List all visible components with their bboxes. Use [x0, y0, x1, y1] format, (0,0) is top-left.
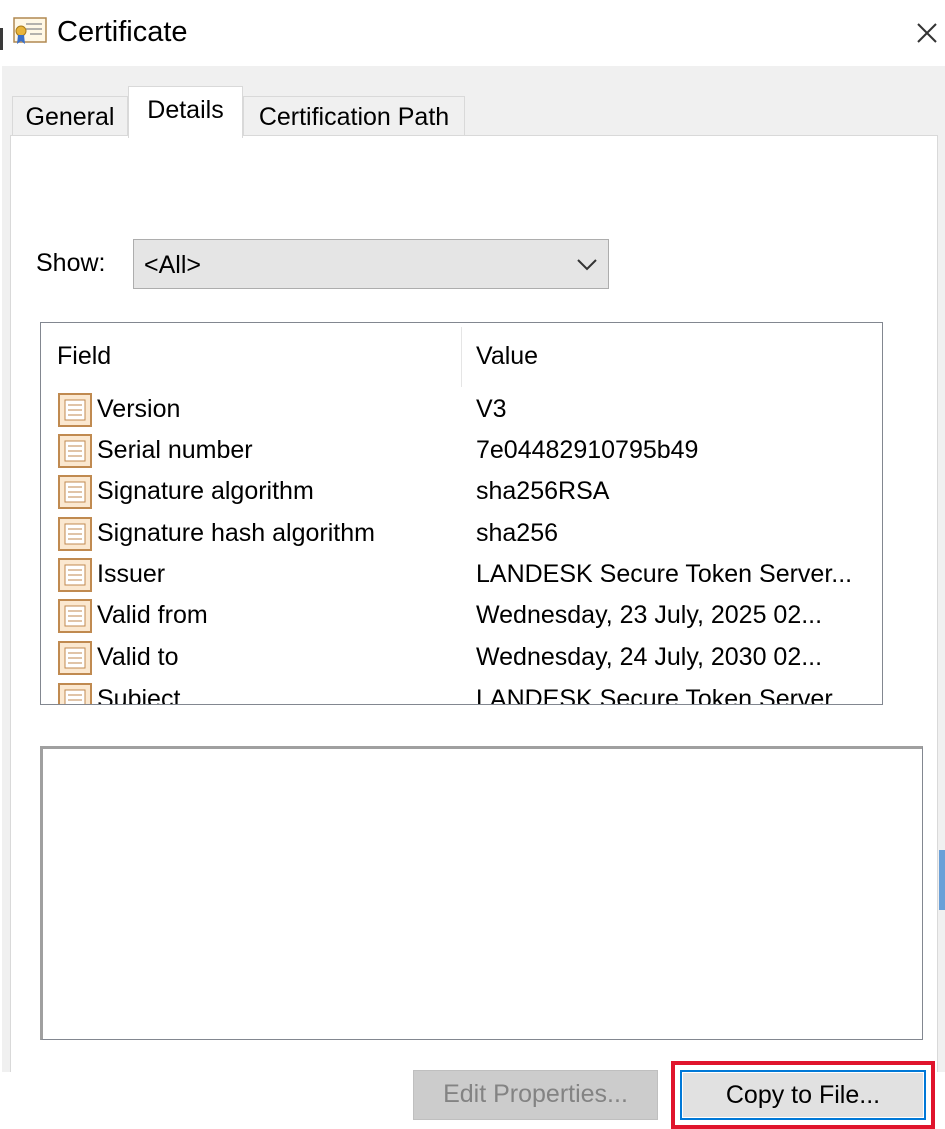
row-value: LANDESK Secure Token Server: [476, 685, 833, 705]
tab-details[interactable]: Details: [128, 86, 243, 138]
window-title: Certificate: [57, 16, 188, 48]
show-dropdown[interactable]: <All>: [133, 239, 609, 289]
row-value: 7e04482910795b49: [476, 436, 699, 464]
row-field: Issuer: [97, 560, 166, 588]
table-row[interactable]: Version V3: [41, 389, 881, 430]
row-field: Valid from: [97, 601, 208, 629]
certificate-field-icon: [58, 434, 92, 468]
table-row[interactable]: Issuer LANDESK Secure Token Server...: [41, 554, 881, 595]
certificate-field-icon: [58, 393, 92, 427]
row-value: Wednesday, 24 July, 2030 02...: [476, 643, 823, 671]
tab-certification-path[interactable]: Certification Path: [243, 96, 465, 136]
edit-properties-button[interactable]: Edit Properties...: [413, 1070, 658, 1120]
background-window-edge: [939, 850, 945, 910]
certificate-field-icon: [58, 599, 92, 633]
table-row[interactable]: Subject LANDESK Secure Token Server: [41, 679, 881, 705]
scroll-down-arrow-icon[interactable]: [882, 659, 883, 701]
row-value: LANDESK Secure Token Server...: [476, 560, 853, 588]
certificate-field-icon: [58, 517, 92, 551]
title-bar: Certificate: [0, 0, 945, 66]
column-header-value[interactable]: Value: [476, 341, 538, 371]
certificate-field-icon: [58, 683, 92, 704]
column-divider[interactable]: [461, 327, 462, 387]
scroll-up-arrow-icon[interactable]: [882, 325, 883, 367]
table-row[interactable]: Signature algorithm sha256RSA: [41, 471, 881, 512]
row-value: Wednesday, 23 July, 2025 02...: [476, 601, 823, 629]
fields-list[interactable]: Field Value Version V3 Serial number 7e0…: [40, 322, 883, 705]
certificate-field-icon: [58, 475, 92, 509]
row-value: sha256: [476, 519, 559, 547]
copy-to-file-button[interactable]: Copy to File...: [680, 1070, 926, 1120]
field-value-detail[interactable]: [40, 746, 923, 1040]
row-value: sha256RSA: [476, 477, 610, 505]
list-header: Field Value: [41, 323, 881, 387]
certificate-field-icon: [58, 641, 92, 675]
row-field: Subject: [97, 685, 181, 705]
show-selected-value: <All>: [144, 251, 201, 279]
row-field: Serial number: [97, 436, 253, 464]
table-row[interactable]: Valid from Wednesday, 23 July, 2025 02..…: [41, 595, 881, 636]
list-scrollbar[interactable]: [882, 325, 883, 701]
details-panel: Show: <All> Field Value Version V3 Seria…: [10, 135, 938, 1129]
table-row[interactable]: Signature hash algorithm sha256: [41, 513, 881, 554]
row-field: Signature hash algorithm: [97, 519, 375, 547]
certificate-field-icon: [58, 558, 92, 592]
row-value: V3: [476, 395, 507, 423]
background-window-edge: [0, 28, 3, 50]
tab-general[interactable]: General: [12, 96, 128, 136]
row-field: Version: [97, 395, 181, 423]
column-header-field[interactable]: Field: [57, 341, 111, 371]
certificate-dialog: General Details Certification Path Show:…: [2, 66, 945, 1129]
show-label: Show:: [36, 249, 106, 277]
tab-certification-path-label: Certification Path: [258, 103, 450, 131]
table-row[interactable]: Valid to Wednesday, 24 July, 2030 02...: [41, 637, 881, 678]
tab-details-label: Details: [147, 96, 224, 124]
chevron-down-icon: [577, 259, 597, 271]
row-field: Signature algorithm: [97, 477, 314, 505]
table-row[interactable]: Serial number 7e04482910795b49: [41, 430, 881, 471]
tab-general-label: General: [25, 103, 115, 131]
certificate-icon: [13, 17, 47, 44]
close-icon[interactable]: [908, 10, 944, 54]
row-field: Valid to: [97, 643, 179, 671]
